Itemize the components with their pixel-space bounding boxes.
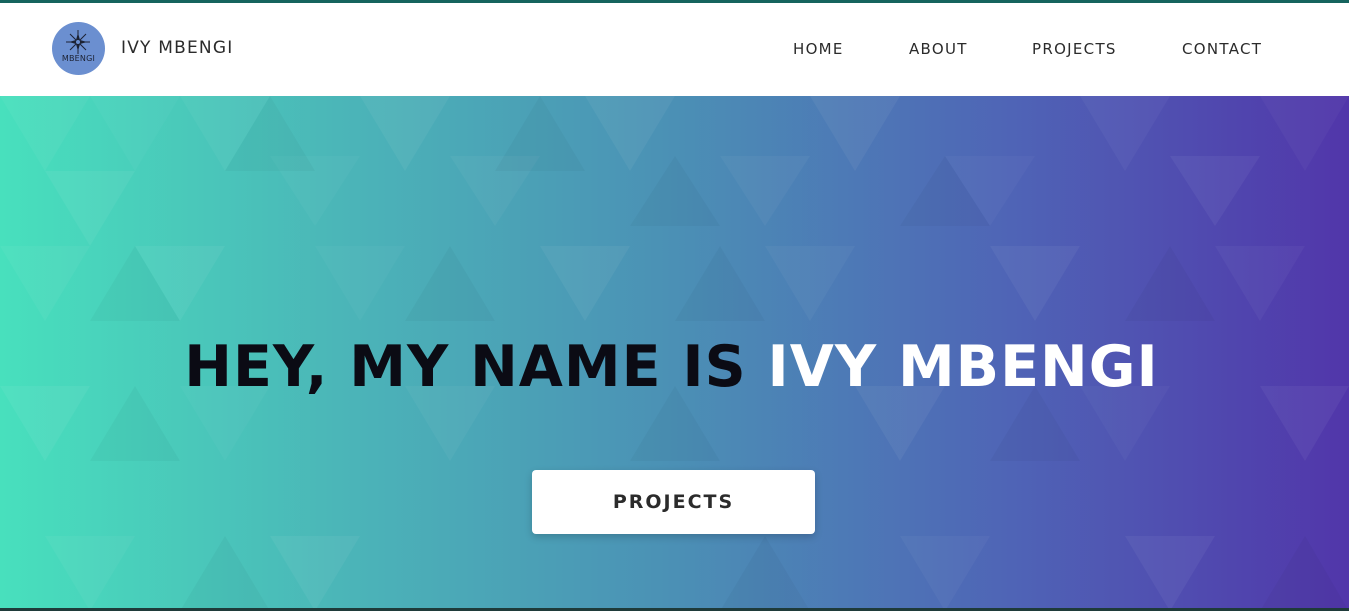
projects-button[interactable]: PROJECTS (532, 470, 815, 534)
compass-star-icon (66, 30, 90, 54)
brand-name[interactable]: IVY MBENGI (121, 38, 233, 58)
nav-item-about[interactable]: ABOUT (909, 40, 968, 58)
logo[interactable]: MBENGI (52, 22, 105, 75)
hero-title-prefix: HEY, MY NAME IS (184, 334, 768, 400)
nav-item-contact[interactable]: CONTACT (1182, 40, 1262, 58)
site-header: MBENGI IVY MBENGI HOME ABOUT PROJECTS CO… (0, 3, 1349, 96)
logo-text: MBENGI (61, 54, 96, 63)
nav-item-home[interactable]: HOME (793, 40, 844, 58)
nav-item-projects[interactable]: PROJECTS (1032, 40, 1117, 58)
hero-title-name: IVY MBENGI (767, 334, 1159, 400)
hero-title: HEY, MY NAME IS IVY MBENGI (0, 334, 1343, 400)
hero-section: HEY, MY NAME IS IVY MBENGI PROJECTS (0, 96, 1349, 611)
